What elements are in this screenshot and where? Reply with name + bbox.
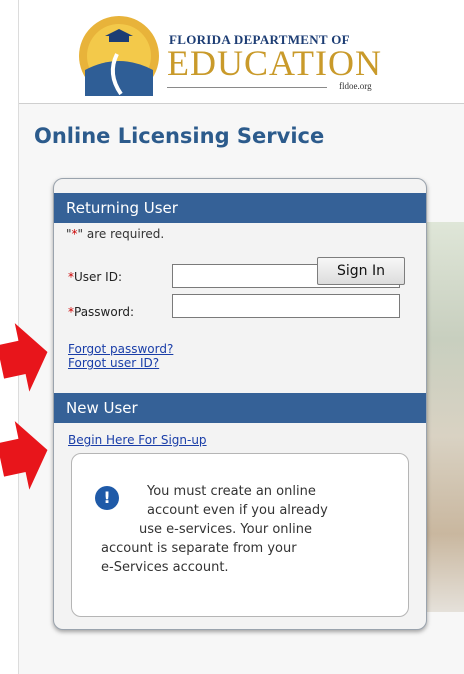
user-id-label: *User ID: xyxy=(68,270,122,284)
new-user-heading: New User xyxy=(54,393,426,423)
info-icon: ! xyxy=(95,486,119,510)
header: FLORIDA DEPARTMENT OF EDUCATION fldoe.or… xyxy=(19,0,464,104)
info-line-2: account even if you already xyxy=(147,503,328,518)
education-wordmark: EDUCATION xyxy=(167,43,382,83)
begin-signup-link[interactable]: Begin Here For Sign-up xyxy=(68,433,207,447)
login-panel: Returning User "*" are required. *User I… xyxy=(53,178,427,630)
forgot-password-link[interactable]: Forgot password? xyxy=(68,342,173,356)
red-arrow-forgot xyxy=(0,323,48,392)
background-photo xyxy=(424,222,464,612)
info-line-5: e-Services account. xyxy=(101,560,229,575)
page-title: Online Licensing Service xyxy=(34,124,325,148)
info-line-4: account is separate from your xyxy=(101,541,297,556)
info-line-1: You must create an online xyxy=(147,484,316,499)
required-note: "*" are required. xyxy=(66,227,165,241)
sun-logo-icon xyxy=(79,16,159,96)
info-line-3: use e-services. Your online xyxy=(139,522,312,537)
sign-in-button[interactable]: Sign In xyxy=(317,257,405,285)
password-label: *Password: xyxy=(68,305,135,319)
logo-rule xyxy=(167,87,327,88)
info-box: ! You must create an online account even… xyxy=(71,453,409,617)
returning-user-heading: Returning User xyxy=(54,193,426,223)
forgot-user-id-link[interactable]: Forgot user ID? xyxy=(68,356,159,370)
password-input[interactable] xyxy=(172,294,400,318)
red-arrow-signup xyxy=(0,421,48,490)
fldoe-logo[interactable]: FLORIDA DEPARTMENT OF EDUCATION fldoe.or… xyxy=(77,16,417,98)
site-url: fldoe.org xyxy=(339,81,372,91)
